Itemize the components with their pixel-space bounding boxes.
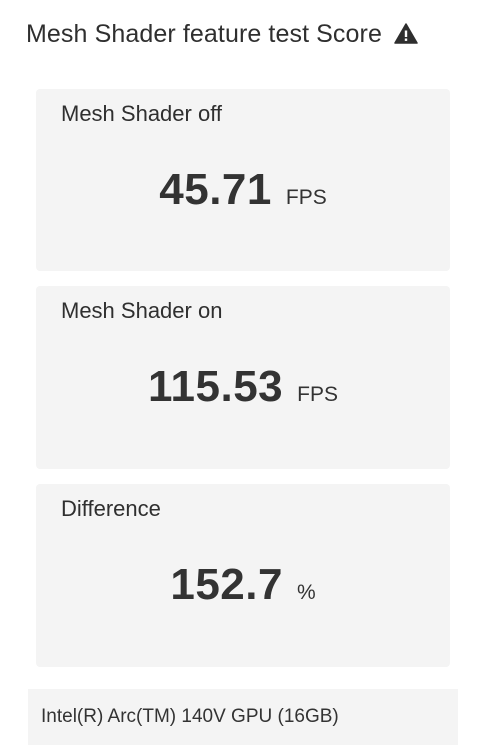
card-label: Difference (61, 496, 161, 521)
score-row: 115.53 FPS (36, 362, 450, 412)
score-unit: FPS (297, 383, 338, 406)
score-value: 115.53 (148, 362, 284, 411)
score-unit: % (296, 581, 316, 604)
score-header: Mesh Shader feature test Score (26, 14, 466, 54)
difference-card: Difference 152.7 % (36, 484, 450, 667)
score-unit: FPS (285, 186, 327, 209)
mesh-shader-off-card: Mesh Shader off 45.71 FPS (36, 89, 450, 271)
score-row: 45.71 FPS (36, 165, 450, 215)
gpu-info-bar: Intel(R) Arc(TM) 140V GPU (16GB) (28, 689, 458, 745)
mesh-shader-on-card: Mesh Shader on 115.53 FPS (36, 286, 450, 469)
card-label: Mesh Shader off (61, 101, 223, 126)
card-label: Mesh Shader on (61, 298, 223, 323)
score-row: 152.7 % (36, 560, 450, 610)
warning-icon[interactable] (394, 22, 418, 46)
score-value: 152.7 (170, 560, 283, 609)
gpu-name: Intel(R) Arc(TM) 140V GPU (16GB) (41, 706, 339, 727)
score-value: 45.71 (159, 165, 272, 214)
page-title: Mesh Shader feature test Score (26, 19, 382, 48)
